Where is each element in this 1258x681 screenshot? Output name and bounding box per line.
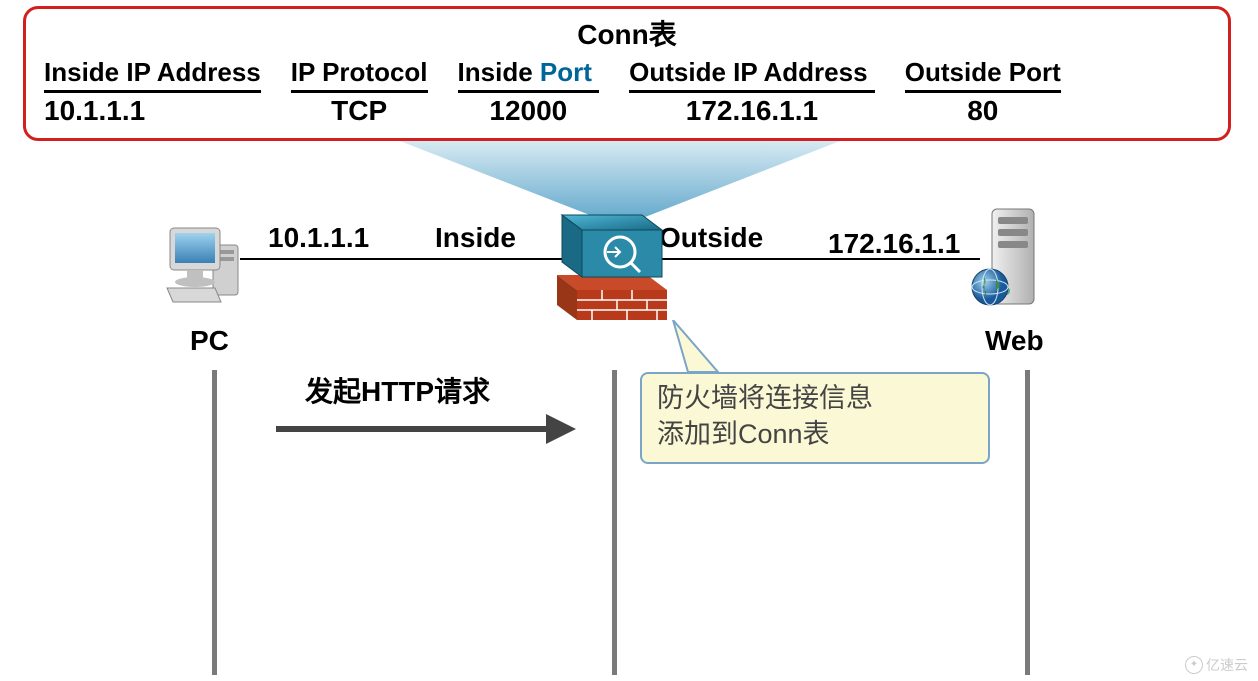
col-value: 80 bbox=[905, 95, 1061, 127]
callout-line1: 防火墙将连接信息 bbox=[657, 380, 973, 416]
callout-box: 防火墙将连接信息 添加到Conn表 bbox=[640, 372, 990, 464]
firewall-icon bbox=[552, 205, 672, 320]
conn-table-columns: Inside IP Address 10.1.1.1 IP Protocol T… bbox=[44, 57, 1210, 127]
lifeline-firewall bbox=[612, 370, 617, 675]
lifeline-web bbox=[1025, 370, 1030, 675]
watermark-icon: ✦ bbox=[1185, 656, 1203, 674]
col-value: 172.16.1.1 bbox=[629, 95, 875, 127]
col-header: Outside Port bbox=[905, 57, 1061, 93]
lifeline-pc bbox=[212, 370, 217, 675]
left-ip-label: 10.1.1.1 bbox=[268, 222, 369, 254]
col-header: Outside IP AddressOutside IP Address bbox=[629, 57, 875, 93]
outside-label: Outside bbox=[659, 222, 763, 254]
right-ip-label: 172.16.1.1 bbox=[828, 228, 960, 260]
conn-table-title: Conn表 bbox=[44, 13, 1210, 53]
http-request-label: 发起HTTP请求 bbox=[305, 370, 490, 410]
pc-label: PC bbox=[190, 325, 229, 357]
col-inside-ip: Inside IP Address 10.1.1.1 bbox=[44, 57, 261, 127]
col-value: 12000 bbox=[458, 95, 600, 127]
callout-tail bbox=[668, 320, 728, 375]
col-header: Inside IP Address bbox=[44, 57, 261, 93]
conn-table: Conn表 Inside IP Address 10.1.1.1 IP Prot… bbox=[23, 6, 1231, 141]
col-value: 10.1.1.1 bbox=[44, 95, 261, 127]
inside-label: Inside bbox=[435, 222, 516, 254]
col-ip-protocol: IP Protocol TCP bbox=[291, 57, 428, 127]
col-outside-ip: Outside IP AddressOutside IP Address 172… bbox=[629, 57, 875, 127]
col-header: IP Protocol bbox=[291, 57, 428, 93]
col-value: TCP bbox=[291, 95, 428, 127]
watermark-text: 亿速云 bbox=[1206, 655, 1248, 675]
web-label: Web bbox=[985, 325, 1044, 357]
web-server-icon bbox=[970, 205, 1050, 315]
col-header: Inside PortInside Port bbox=[458, 57, 600, 93]
http-request-arrow bbox=[276, 410, 576, 450]
callout-line2: 添加到Conn表 bbox=[657, 416, 973, 452]
pc-icon bbox=[165, 210, 245, 310]
col-inside-port: Inside PortInside Port 12000 bbox=[458, 57, 600, 127]
col-outside-port: Outside Port 80 bbox=[905, 57, 1061, 127]
watermark: ✦ 亿速云 bbox=[1185, 655, 1248, 675]
